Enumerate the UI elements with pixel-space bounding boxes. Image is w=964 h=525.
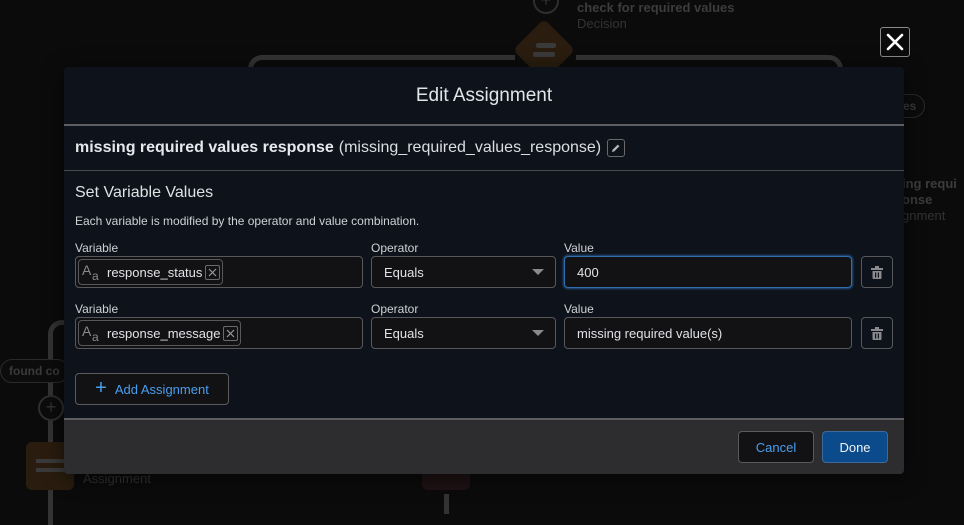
operator-field: Operator Equals	[371, 301, 556, 362]
close-icon	[208, 268, 217, 276]
add-element-icon: +	[38, 395, 64, 421]
element-label: missing required values response	[75, 139, 334, 156]
value-label: Value	[564, 241, 594, 255]
modal-footer: Cancel Done	[64, 418, 904, 474]
trash-icon	[871, 265, 883, 279]
right-node-label-1: ing requi	[902, 176, 957, 191]
variable-name: response_message	[107, 325, 221, 341]
variable-label: Variable	[75, 302, 119, 316]
svg-text:A: A	[82, 324, 92, 339]
close-icon	[886, 33, 904, 51]
variable-label: Variable	[75, 241, 119, 255]
modal-header: Edit Assignment	[64, 67, 904, 126]
done-button[interactable]: Done	[822, 431, 888, 463]
text-type-icon: A a	[82, 263, 99, 281]
remove-variable-button[interactable]	[205, 264, 221, 280]
svg-text:a: a	[92, 330, 99, 342]
value-text: 400	[577, 264, 599, 280]
edit-assignment-modal: Edit Assignment missing required values …	[64, 67, 904, 474]
close-icon	[227, 329, 235, 337]
element-name-row: missing required values response (missin…	[64, 126, 904, 171]
operator-select[interactable]: Equals	[371, 256, 556, 288]
variable-name: response_status	[107, 264, 203, 280]
set-variable-values-section: Set Variable Values Each variable is mod…	[64, 171, 904, 405]
right-node-label-2: onse	[902, 192, 933, 207]
variable-pill: A a response_status	[78, 259, 224, 285]
cancel-button[interactable]: Cancel	[738, 431, 814, 463]
operator-label: Operator	[371, 302, 419, 316]
section-help-text: Each variable is modified by the operato…	[75, 214, 420, 228]
variable-field: Variable A a response_status	[75, 240, 363, 301]
assignment-row: Variable A a response_status Operator Eq…	[75, 240, 893, 301]
variable-pill: A a response_message	[78, 320, 242, 346]
modal-title: Edit Assignment	[415, 84, 553, 106]
operator-value: Equals	[384, 264, 424, 280]
delete-assignment-button[interactable]	[861, 317, 893, 349]
svg-text:a: a	[92, 269, 99, 281]
operator-label: Operator	[371, 241, 419, 255]
connector-line	[444, 494, 449, 514]
add-assignment-button[interactable]: + Add Assignment	[75, 373, 229, 405]
operator-select[interactable]: Equals	[371, 317, 556, 349]
value-input[interactable]: missing required value(s)	[564, 317, 852, 349]
decision-node-type: Decision	[577, 16, 627, 31]
value-label: Value	[564, 302, 594, 316]
value-input[interactable]: 400	[564, 256, 852, 288]
chevron-down-icon	[532, 269, 544, 275]
outcome-pill: found co	[0, 359, 69, 383]
svg-text:A: A	[82, 263, 92, 278]
value-text: missing required value(s)	[577, 325, 723, 341]
variable-input[interactable]: A a response_status	[75, 256, 363, 288]
plus-icon: +	[95, 377, 107, 399]
trash-icon	[871, 326, 883, 340]
section-title: Set Variable Values	[75, 184, 214, 201]
add-assignment-label: Add Assignment	[114, 381, 209, 397]
value-field: Value 400	[564, 240, 852, 301]
edit-element-button[interactable]	[607, 139, 626, 157]
operator-field: Operator Equals	[371, 240, 556, 301]
remove-variable-button[interactable]	[223, 325, 239, 341]
assignment-row: Variable A a response_message Operator E…	[75, 301, 893, 362]
chevron-down-icon	[532, 330, 544, 336]
add-element-icon: +	[533, 0, 559, 14]
delete-assignment-button[interactable]	[861, 256, 893, 288]
decision-signpost-icon	[533, 43, 557, 57]
close-modal-button[interactable]	[880, 27, 910, 57]
decision-node-label: check for required values	[577, 0, 735, 15]
right-node-type: gnment	[902, 208, 946, 223]
pencil-icon	[612, 144, 620, 152]
variable-field: Variable A a response_message	[75, 301, 363, 362]
text-type-icon: A a	[82, 324, 99, 342]
element-api-name: (missing_required_values_response)	[338, 139, 602, 156]
variable-input[interactable]: A a response_message	[75, 317, 363, 349]
value-field: Value missing required value(s)	[564, 301, 852, 362]
operator-value: Equals	[384, 325, 424, 341]
